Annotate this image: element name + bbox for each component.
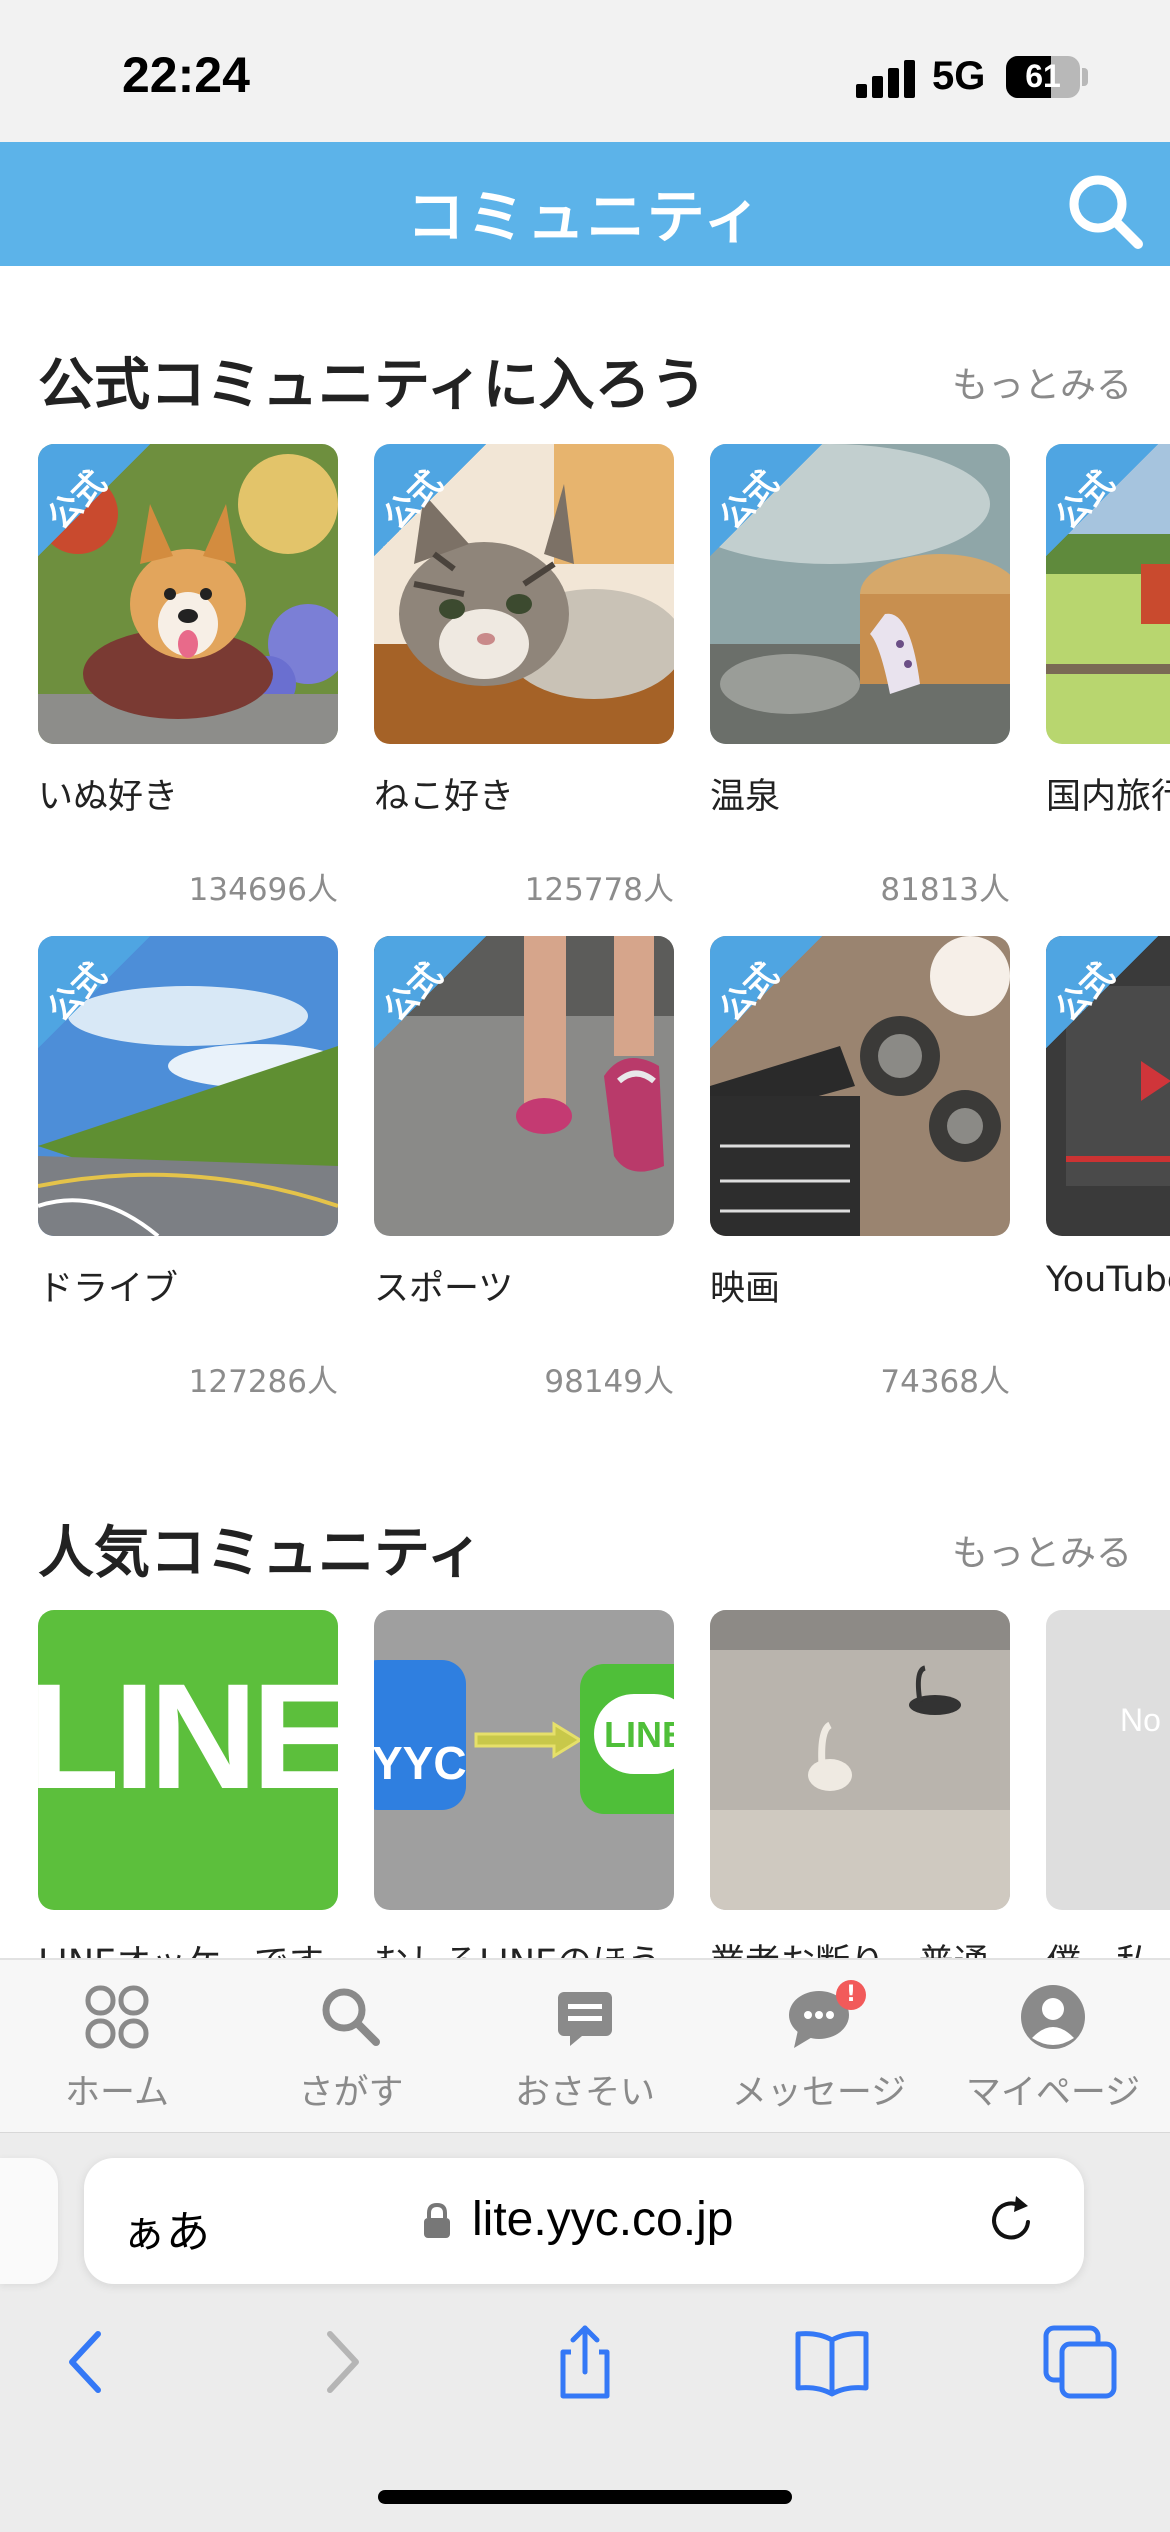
community-name: いぬ好き: [38, 777, 179, 817]
cellular-signal-icon: [856, 58, 916, 98]
popular-tile-2[interactable]: YYC LINE むしろLINEのほう: [374, 1610, 674, 1958]
search-icon[interactable]: [1062, 168, 1148, 254]
status-bar: 22:24 5G 61: [0, 0, 1170, 142]
yyc-to-line-image: YYC LINE: [374, 1610, 674, 1910]
drive-photo: 公式: [38, 936, 338, 1236]
member-count: 127286人: [188, 1364, 338, 1400]
community-tile-youtube[interactable]: 公式 YouTube: [1046, 936, 1170, 1336]
tab-label: さがす: [298, 2073, 404, 2113]
page-settings-button[interactable]: ぁあ: [122, 2196, 210, 2260]
community-name: YouTube: [1046, 1260, 1170, 1300]
battery-icon: 61: [1006, 56, 1080, 98]
community-tile-onsen[interactable]: 公式 温泉 81813人: [710, 444, 1010, 908]
message-notification-badge: !: [836, 1980, 866, 2010]
dog-photo: 公式: [38, 444, 338, 744]
popular-tile-4[interactable]: No 僕、私: [1046, 1610, 1170, 1958]
member-count: 125778人: [524, 872, 674, 908]
official-section-title: 公式コミュニティに入ろう: [38, 353, 707, 418]
official-badge: 公式: [374, 444, 486, 556]
page-title: コミュニティ: [406, 183, 764, 251]
onsen-photo: 公式: [710, 444, 1010, 744]
community-tile-dog[interactable]: 公式 いぬ好き 134696人: [38, 444, 338, 908]
official-badge: 公式: [374, 936, 486, 1048]
community-name: ねこ好き: [374, 777, 515, 817]
home-clover-icon: [85, 1985, 149, 2049]
lock-icon: [424, 2202, 450, 2238]
status-time: 22:24: [122, 47, 250, 103]
previous-tab-edge[interactable]: [0, 2158, 58, 2284]
url-text: lite.yyc.co.jp: [472, 2193, 734, 2246]
popular-section-title: 人気コミュニティ: [38, 1521, 483, 1586]
back-icon[interactable]: [48, 2322, 128, 2402]
forward-icon[interactable]: [300, 2322, 380, 2402]
community-name: 国内旅行: [1046, 777, 1170, 817]
bottom-tab-bar: ホーム さがす おさそい ! メッセージ マイページ: [0, 1958, 1170, 2132]
invite-icon: [558, 1992, 612, 2046]
popular-tile-1[interactable]: LINE LINEオッケーです: [38, 1610, 338, 1958]
official-badge: 公式: [1046, 444, 1158, 556]
community-tile-travel[interactable]: 公式 国内旅行: [1046, 444, 1170, 844]
community-name: LINEオッケーです: [38, 1934, 324, 1958]
community-name: 映画: [710, 1269, 781, 1309]
community-name: スポーツ: [374, 1269, 514, 1309]
tab-search[interactable]: さがす: [234, 1960, 468, 2130]
official-more-link[interactable]: もっとみる: [952, 356, 1132, 408]
home-indicator: [378, 2490, 792, 2504]
swan-lake-image: [710, 1610, 1010, 1910]
line-logo-text: LINE: [38, 1652, 338, 1820]
share-icon[interactable]: [545, 2322, 625, 2402]
tab-invite[interactable]: おさそい: [468, 1960, 702, 2130]
official-badge: 公式: [1046, 936, 1158, 1048]
community-name: むしろLINEのほう: [374, 1934, 662, 1958]
reload-icon[interactable]: [984, 2192, 1040, 2248]
member-count: 134696人: [188, 872, 338, 908]
network-type: 5G: [932, 54, 986, 98]
community-tile-sports[interactable]: 公式 スポーツ 98149人: [374, 936, 674, 1400]
no-image-placeholder: No: [1046, 1610, 1170, 1910]
line-logo-image: LINE: [38, 1610, 338, 1910]
community-name: 温泉: [710, 777, 781, 817]
movie-photo: 公式: [710, 936, 1010, 1236]
battery-level: 61: [1025, 58, 1061, 94]
tab-label: おさそい: [514, 2073, 655, 2113]
official-badge: 公式: [710, 444, 822, 556]
cat-photo: 公式: [374, 444, 674, 744]
bookmarks-icon[interactable]: [792, 2322, 872, 2402]
search-icon: [322, 1988, 380, 2046]
official-badge: 公式: [710, 936, 822, 1048]
youtube-photo: 公式: [1046, 936, 1170, 1236]
sports-photo: 公式: [374, 936, 674, 1236]
official-badge: 公式: [38, 444, 150, 556]
community-tile-drive[interactable]: 公式 ドライブ 127286人: [38, 936, 338, 1400]
tab-mypage[interactable]: マイページ: [936, 1960, 1170, 2130]
popular-tile-3[interactable]: 業者お断り、普通: [710, 1610, 1010, 1958]
community-name: 業者お断り、普通: [710, 1934, 989, 1958]
community-name: ドライブ: [38, 1269, 179, 1309]
member-count: 74368人: [880, 1364, 1010, 1400]
tab-label: ホーム: [65, 2073, 169, 2113]
community-tile-movie[interactable]: 公式 映画 74368人: [710, 936, 1010, 1400]
member-count: 98149人: [544, 1364, 674, 1400]
line-app-icon: LINE: [580, 1664, 674, 1814]
battery-cap: [1082, 68, 1088, 86]
user-icon: [1021, 1985, 1085, 2049]
member-count: 81813人: [880, 872, 1010, 908]
travel-photo: 公式: [1046, 444, 1170, 744]
tab-label: マイページ: [965, 2073, 1141, 2113]
tabs-icon[interactable]: [1040, 2322, 1120, 2402]
community-tile-cat[interactable]: 公式 ねこ好き 125778人: [374, 444, 674, 908]
app-header: コミュニティ: [0, 142, 1170, 266]
tab-home[interactable]: ホーム: [0, 1960, 234, 2130]
arrow-right-icon: [474, 1721, 583, 1759]
tab-message[interactable]: ! メッセージ: [702, 1960, 936, 2130]
popular-more-link[interactable]: もっとみる: [952, 1524, 1132, 1576]
official-badge: 公式: [38, 936, 150, 1048]
community-name: 僕、私: [1046, 1934, 1151, 1958]
tab-label: メッセージ: [731, 2073, 907, 2113]
address-bar[interactable]: ぁあ lite.yyc.co.jp: [84, 2158, 1084, 2284]
yyc-app-icon: YYC: [374, 1660, 467, 1810]
